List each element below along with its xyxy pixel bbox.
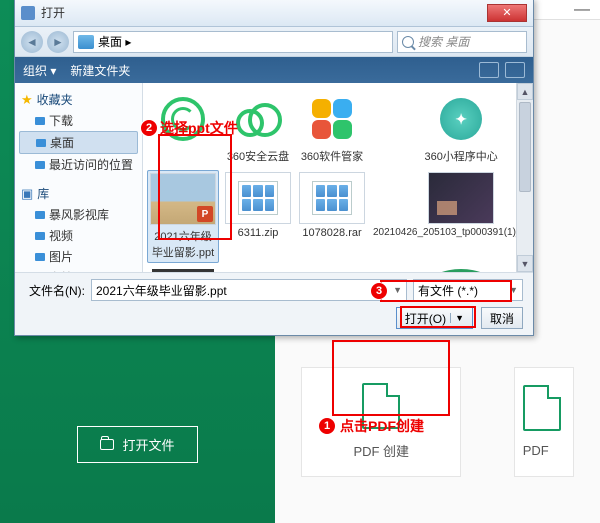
sidebar-item-downloads[interactable]: 下载 — [19, 110, 138, 131]
sidebar-item-label: 最近访问的位置 — [49, 156, 133, 173]
annotation-2-text: 选择ppt文件 — [160, 118, 238, 138]
file-item[interactable]: 360软件管家 — [297, 91, 367, 166]
file-item-cut[interactable] — [147, 267, 219, 272]
annotation-box-ppt — [158, 134, 232, 240]
open-file-label: 打开文件 — [122, 435, 174, 454]
sidebar-item-label: 桌面 — [50, 134, 74, 151]
annotation-1-text: 点击PDF创建 — [340, 416, 424, 436]
filename-label: 文件名(N): — [25, 282, 85, 299]
dialog-toolbar: 组织 ▾ 新建文件夹 — [15, 57, 533, 83]
search-icon — [402, 36, 414, 48]
sidebar-item-recent[interactable]: 最近访问的位置 — [19, 154, 138, 175]
library-icon: ▣ — [21, 186, 33, 202]
pdf-create-label: PDF 创建 — [353, 441, 409, 460]
dialog-titlebar[interactable]: 打开 ✕ — [15, 0, 533, 27]
pdf-label: PDF — [523, 443, 549, 458]
close-button[interactable]: ✕ — [487, 4, 527, 22]
help-icon[interactable] — [505, 62, 525, 78]
lib-icon — [35, 211, 45, 219]
sidebar-fav-label: 收藏夹 — [37, 91, 73, 108]
sidebar-item-label: 视频 — [49, 227, 73, 244]
desktop-icon — [78, 35, 94, 49]
file-item[interactable]: 20210426_205103_tp000391(1)_0.mp4 — [371, 170, 516, 263]
file-label: 6311.zip — [238, 227, 279, 239]
badge-2-icon: 2 — [140, 119, 158, 137]
dialog-body: ★收藏夹 下载 桌面 最近访问的位置 ▣库 暴风影视库 视频 图片 文档 音乐 … — [15, 83, 533, 272]
scroll-thumb[interactable] — [519, 102, 531, 192]
cancel-button[interactable]: 取消 — [481, 307, 523, 329]
nav-back-icon[interactable]: ◄ — [21, 31, 43, 53]
organize-button[interactable]: 组织 ▾ — [23, 62, 56, 79]
dialog-nav: ◄ ► 桌面 ▸ 搜索 桌面 — [15, 27, 533, 57]
star-icon: ★ — [21, 92, 33, 108]
file-thumb-cut — [152, 269, 214, 272]
sidebar-item-label: 下载 — [49, 112, 73, 129]
sidebar-item-label: 暴风影视库 — [49, 206, 109, 223]
sidebar-item-label: 图片 — [49, 248, 73, 265]
filename-input[interactable]: 2021六年级毕业留影.ppt▼ — [91, 279, 407, 301]
file-item[interactable]: ✦ 360小程序中心 — [371, 91, 516, 166]
file-item[interactable]: 6311.zip — [223, 170, 293, 263]
annotation-2: 2 选择ppt文件 — [140, 118, 238, 138]
rar-icon — [312, 181, 352, 215]
video-thumb — [429, 173, 493, 223]
dialog-title: 打开 — [41, 4, 65, 21]
sidebar-libs-label: 库 — [37, 185, 49, 202]
scroll-up-icon[interactable]: ▲ — [517, 83, 533, 100]
file-label: 360安全云盘 — [227, 148, 289, 164]
download-icon — [35, 117, 45, 125]
scroll-down-icon[interactable]: ▼ — [517, 255, 533, 272]
cloud-icon — [234, 101, 282, 137]
minimize-icon[interactable]: — — [574, 1, 590, 19]
manager-icon — [312, 99, 352, 139]
pdf-card-partial[interactable]: PDF — [514, 367, 574, 477]
filename-value: 2021六年级毕业留影.ppt — [96, 282, 227, 299]
badge-3-icon: 3 — [370, 282, 388, 300]
view-icon[interactable] — [479, 62, 499, 78]
file-label: 360软件管家 — [301, 148, 363, 164]
sidebar-item-baofeng[interactable]: 暴风影视库 — [19, 204, 138, 225]
annotation-box-filter — [380, 280, 512, 302]
scroll-track[interactable] — [517, 100, 533, 255]
zip-icon — [238, 181, 278, 215]
annotation-3: 3 — [370, 282, 388, 300]
file-label: 1078028.rar — [302, 227, 361, 239]
sidebar-libraries[interactable]: ▣库 — [19, 183, 138, 204]
search-placeholder: 搜索 桌面 — [418, 33, 469, 50]
breadcrumb[interactable]: 桌面 ▸ — [73, 31, 393, 53]
recent-icon — [35, 161, 45, 169]
desktop-small-icon — [36, 139, 46, 147]
sidebar-item-desktop[interactable]: 桌面 — [19, 131, 138, 154]
window-controls: ✕ — [487, 4, 527, 22]
new-folder-button[interactable]: 新建文件夹 — [70, 62, 130, 79]
file-label: 20210426_205103_tp000391(1)_0.mp4 — [373, 227, 516, 238]
lib-icon — [35, 232, 45, 240]
sidebar: ★收藏夹 下载 桌面 最近访问的位置 ▣库 暴风影视库 视频 图片 文档 音乐 — [15, 83, 143, 272]
cancel-button-label: 取消 — [490, 310, 514, 327]
miniprogram-icon: ✦ — [440, 98, 482, 140]
annotation-box-open — [400, 306, 476, 328]
annotation-box-card — [332, 340, 450, 416]
folder-icon — [100, 439, 114, 450]
badge-1-icon: 1 — [318, 417, 336, 435]
dialog-icon — [21, 6, 35, 20]
sidebar-favorites[interactable]: ★收藏夹 — [19, 89, 138, 110]
scrollbar[interactable]: ▲ ▼ — [516, 83, 533, 272]
breadcrumb-text: 桌面 ▸ — [98, 33, 131, 50]
sidebar-item-videos[interactable]: 视频 — [19, 225, 138, 246]
file-item[interactable]: 1078028.rar — [297, 170, 367, 263]
annotation-1: 1 点击PDF创建 — [318, 416, 424, 436]
pdf-icon — [523, 385, 561, 431]
file-label: 360小程序中心 — [424, 148, 497, 164]
search-input[interactable]: 搜索 桌面 — [397, 31, 527, 53]
lib-icon — [35, 253, 45, 261]
nav-fwd-icon[interactable]: ► — [47, 31, 69, 53]
sidebar-item-pictures[interactable]: 图片 — [19, 246, 138, 267]
open-file-button[interactable]: 打开文件 — [77, 426, 197, 463]
